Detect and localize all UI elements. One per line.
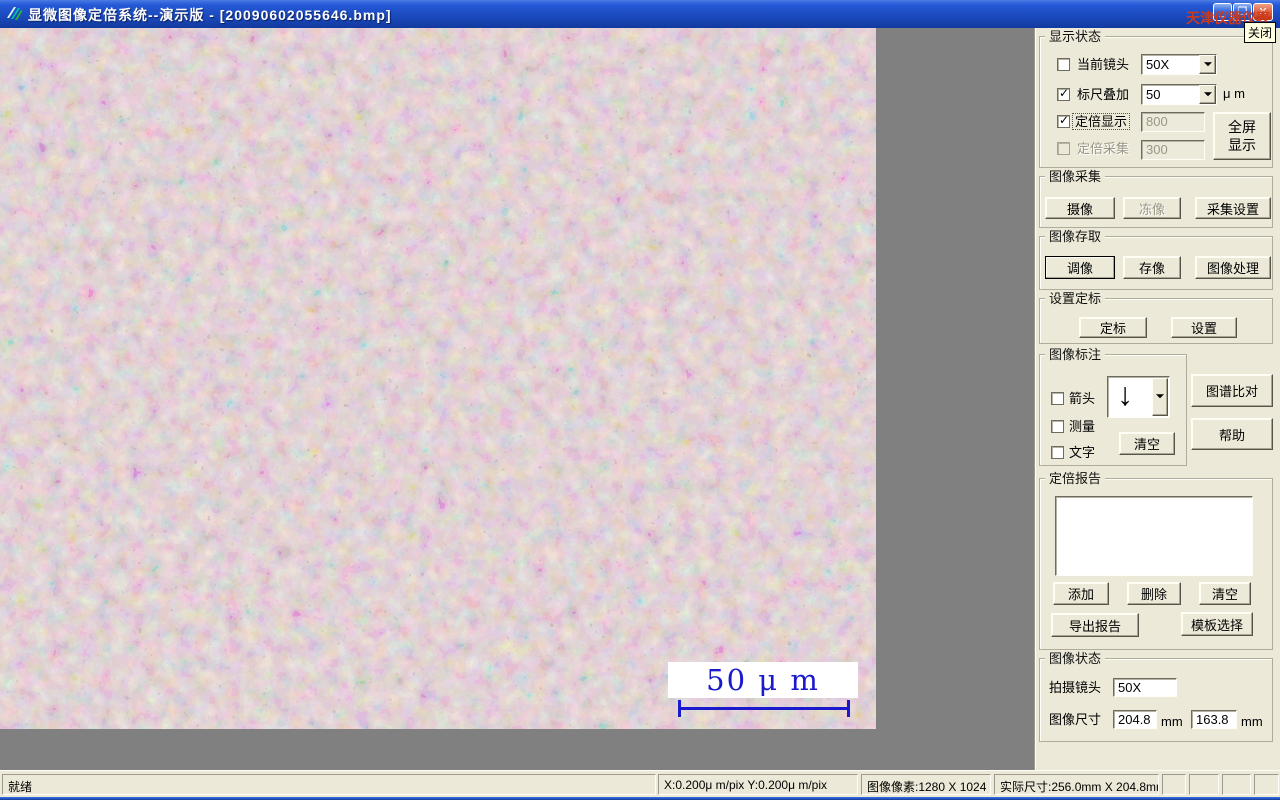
group-set-calibration-title: 设置定标 xyxy=(1045,290,1106,307)
group-annotation-title: 图像标注 xyxy=(1045,346,1106,363)
status-spare-cell xyxy=(1254,774,1279,795)
app-icon xyxy=(6,5,23,22)
image-height-field[interactable]: 163.8 xyxy=(1191,710,1237,729)
label-measure: 测量 xyxy=(1069,419,1096,434)
minimize-button[interactable]: _ xyxy=(1213,3,1232,21)
calibrate-button[interactable]: 定标 xyxy=(1079,317,1147,338)
restore-button[interactable]: ❐ xyxy=(1233,3,1252,21)
report-clear-button[interactable]: 清空 xyxy=(1199,582,1251,605)
load-image-button[interactable]: 调像 xyxy=(1045,256,1115,279)
scale-bar-overlay: 50 μ m xyxy=(668,662,858,698)
image-width-field[interactable]: 204.8 xyxy=(1113,710,1157,729)
label-scale-overlay: 标尺叠加 xyxy=(1077,87,1130,102)
image-process-button[interactable]: 图像处理 xyxy=(1195,256,1271,279)
close-button[interactable]: ✕ xyxy=(1253,3,1273,21)
arrow-style-combobox[interactable]: ↓ xyxy=(1107,376,1170,418)
status-ready: 就绪 xyxy=(2,774,656,795)
scale-bar-line xyxy=(678,700,850,717)
checkbox-fixed-display[interactable] xyxy=(1057,113,1070,128)
label-current-lens: 当前镜头 xyxy=(1077,57,1130,72)
group-set-calibration: 设置 定标 xyxy=(1039,290,1273,344)
chevron-down-icon[interactable] xyxy=(1199,85,1216,104)
status-bar: 就绪 X:0.200μ m/pix Y:0.200μ m/pix 图像像素:12… xyxy=(0,770,1280,797)
scale-bar-label: 50 μ m xyxy=(706,663,820,697)
checkbox-arrow[interactable] xyxy=(1051,392,1064,405)
close-tooltip: 关闭 xyxy=(1244,22,1277,43)
help-button[interactable]: 帮助 xyxy=(1191,418,1273,450)
scale-value: 50 xyxy=(1146,87,1161,102)
label-fixed-display: 定倍显示 xyxy=(1071,113,1131,130)
report-delete-button[interactable]: 删除 xyxy=(1127,582,1181,605)
group-image-capture-title: 图像采集 xyxy=(1045,168,1106,185)
status-actual-size: 实际尺寸:256.0mm X 204.8mm xyxy=(994,774,1159,795)
client-area: 50 μ m xyxy=(0,28,1034,770)
arrow-marker-icon: ↓ xyxy=(1117,376,1133,412)
control-panel: 显示状态 当前镜头 50X 标尺叠加 50 μ m 定倍显示 800 全屏显示 … xyxy=(1034,28,1280,770)
group-image-storage-title: 图像存取 xyxy=(1045,228,1106,245)
capture-settings-button[interactable]: 采集设置 xyxy=(1195,197,1271,219)
label-image-size: 图像尺寸 xyxy=(1049,712,1102,727)
shooting-lens-field[interactable]: 50X xyxy=(1113,678,1177,697)
export-report-button[interactable]: 导出报告 xyxy=(1051,613,1139,637)
micrograph-image[interactable]: 50 μ m xyxy=(0,28,876,729)
group-image-status: 图像状态 xyxy=(1039,650,1273,742)
width-unit-label: mm xyxy=(1161,714,1183,729)
label-text: 文字 xyxy=(1069,445,1096,460)
status-spare-cell xyxy=(1162,774,1186,795)
chevron-down-icon[interactable] xyxy=(1152,378,1168,416)
window-title: 显微图像定倍系统--演示版 - [20090602055646.bmp] xyxy=(28,7,392,23)
status-spare-cell xyxy=(1189,774,1219,795)
fixed-display-field: 800 xyxy=(1141,112,1205,132)
annotation-clear-button[interactable]: 清空 xyxy=(1119,432,1175,455)
height-unit-label: mm xyxy=(1241,714,1263,729)
freeze-button: 冻像 xyxy=(1123,197,1181,219)
checkbox-scale-overlay[interactable] xyxy=(1057,86,1070,101)
status-pixel-scale: X:0.200μ m/pix Y:0.200μ m/pix xyxy=(658,774,858,795)
save-image-button[interactable]: 存像 xyxy=(1123,256,1181,279)
status-image-pixels: 图像像素:1280 X 1024 xyxy=(861,774,991,795)
titlebar[interactable]: 显微图像定倍系统--演示版 - [20090602055646.bmp] _ ❐… xyxy=(0,0,1280,28)
checkbox-current-lens[interactable] xyxy=(1057,58,1070,71)
group-display-status-title: 显示状态 xyxy=(1045,28,1106,45)
fullscreen-button[interactable]: 全屏显示 xyxy=(1213,112,1271,160)
checkbox-measure[interactable] xyxy=(1051,420,1064,433)
shoot-button[interactable]: 摄像 xyxy=(1045,197,1115,219)
status-spare-cell xyxy=(1222,774,1251,795)
app-window: 显微图像定倍系统--演示版 - [20090602055646.bmp] _ ❐… xyxy=(0,0,1280,800)
group-report-title: 定倍报告 xyxy=(1045,470,1106,487)
scale-value-combobox[interactable]: 50 xyxy=(1141,84,1217,105)
label-shooting-lens: 拍摄镜头 xyxy=(1049,680,1102,695)
label-fixed-capture: 定倍采集 xyxy=(1077,141,1130,156)
group-image-status-title: 图像状态 xyxy=(1045,650,1106,667)
label-arrow: 箭头 xyxy=(1069,391,1096,406)
checkbox-text[interactable] xyxy=(1051,446,1064,459)
current-lens-combobox[interactable]: 50X xyxy=(1141,54,1217,75)
chevron-down-icon[interactable] xyxy=(1199,55,1216,74)
current-lens-value: 50X xyxy=(1146,57,1170,72)
calib-settings-button[interactable]: 设置 xyxy=(1171,317,1237,338)
report-listbox[interactable] xyxy=(1055,496,1253,576)
scale-unit-label: μ m xyxy=(1223,86,1245,101)
fixed-capture-field: 300 xyxy=(1141,140,1205,160)
template-select-button[interactable]: 模板选择 xyxy=(1181,612,1253,636)
atlas-compare-button[interactable]: 图谱比对 xyxy=(1191,374,1273,407)
report-add-button[interactable]: 添加 xyxy=(1053,582,1109,605)
checkbox-fixed-capture xyxy=(1057,142,1070,155)
